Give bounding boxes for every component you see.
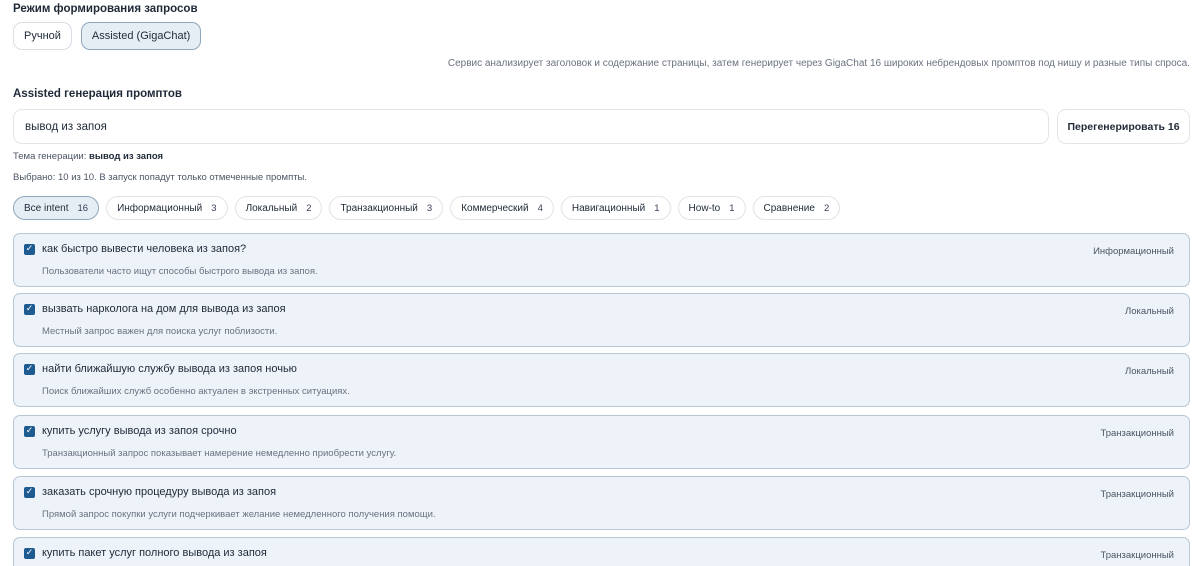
topic-value: вывод из запоя [88,151,164,162]
mode-toggle-group: Ручной Assisted (GigaChat) [13,22,202,50]
regenerate-button[interactable]: Перегенерировать 16 [1057,109,1190,144]
filter-count: 3 [426,202,433,214]
prompt-intent-tag: Локальный [1124,366,1174,377]
filter-chip-informational[interactable]: Информационный 3 [106,196,228,220]
topic-label: Тема генерации: [13,151,87,162]
prompt-card[interactable]: ✓ купить услугу вывода из запоя срочно Т… [13,415,1190,469]
prompt-card[interactable]: ✓ купить пакет услуг полного вывода из з… [13,537,1190,566]
manual-mode-button[interactable]: Ручной [13,22,72,50]
checkmark-icon[interactable]: ✓ [24,364,35,375]
filter-count: 2 [306,202,312,214]
prompt-description: Местный запрос важен для поиска услуг по… [42,326,278,337]
filter-label: Локальный [245,202,298,214]
prompt-intent-tag: Транзакционный [1100,428,1174,439]
filter-label: Сравнение [763,202,815,214]
filter-chip-local[interactable]: Локальный 2 [234,196,323,220]
checkmark-icon[interactable]: ✓ [24,304,35,315]
topic-input[interactable] [13,109,1049,144]
prompt-title: как быстро вывести человека из запоя? [42,243,247,255]
filter-count: 1 [654,202,660,214]
prompt-description: Пользователи часто ищут способы быстрого… [42,266,318,277]
filter-chip-comparison[interactable]: Сравнение 2 [752,196,841,220]
prompt-card[interactable]: ✓ вызвать нарколога на дом для вывода из… [13,293,1190,347]
prompt-title: вызвать нарколога на дом для вывода из з… [42,303,286,315]
prompt-card[interactable]: ✓ как быстро вывести человека из запоя? … [13,233,1190,287]
filter-label: Информационный [117,202,203,214]
filter-chip-transactional[interactable]: Транзакционный 3 [329,196,444,220]
filter-count: 16 [77,202,89,214]
assisted-mode-button[interactable]: Assisted (GigaChat) [80,22,202,50]
mode-section-title: Режим формирования запросов [13,3,198,15]
assisted-section-title: Assisted генерация промптов [13,88,182,100]
mode-description: Сервис анализирует заголовок и содержани… [447,58,1190,69]
prompt-intent-tag: Транзакционный [1100,489,1174,500]
filter-count: 4 [537,202,543,214]
intent-filter-bar: Все intent 16 Информационный 3 Локальный 2 … [13,196,841,220]
filter-count: 3 [211,202,217,214]
prompt-intent-tag: Транзакционный [1100,550,1174,561]
selection-status: Выбрано: 10 из 10. В запуск попадут толь… [13,172,308,183]
prompt-title: купить пакет услуг полного вывода из зап… [42,547,267,559]
checkmark-icon[interactable]: ✓ [24,487,35,498]
generation-topic: Тема генерации: вывод из запоя [13,151,163,162]
prompt-description: Транзакционный запрос показывает намерен… [42,448,397,459]
filter-chip-howto[interactable]: How-to 1 [677,196,746,220]
prompt-intent-tag: Локальный [1124,306,1174,317]
filter-count: 2 [823,202,830,214]
filter-chip-commercial[interactable]: Коммерческий 4 [450,196,554,220]
prompt-card[interactable]: ✓ найти ближайшую службу вывода из запоя… [13,353,1190,407]
checkmark-icon[interactable]: ✓ [24,244,35,255]
filter-chip-all[interactable]: Все intent 16 [13,196,100,220]
prompt-title: заказать срочную процедуру вывода из зап… [42,486,277,498]
prompt-title: купить услугу вывода из запоя срочно [42,425,237,437]
filter-label: How-to [688,202,721,214]
filter-count: 1 [729,202,735,214]
prompt-description: Прямой запрос покупки услуги подчеркивае… [42,509,436,520]
prompt-title: найти ближайшую службу вывода из запоя н… [42,363,297,375]
prompt-description: Поиск ближайших служб особенно актуален … [42,386,350,397]
filter-label: Транзакционный [340,202,418,214]
prompt-intent-tag: Информационный [1093,246,1174,257]
filter-label: Навигационный [571,202,646,214]
prompt-card[interactable]: ✓ заказать срочную процедуру вывода из з… [13,476,1190,530]
checkmark-icon[interactable]: ✓ [24,426,35,437]
filter-chip-navigational[interactable]: Навигационный 1 [560,196,671,220]
filter-label: Коммерческий [461,202,529,214]
filter-label: Все intent [24,202,69,214]
checkmark-icon[interactable]: ✓ [24,548,35,559]
